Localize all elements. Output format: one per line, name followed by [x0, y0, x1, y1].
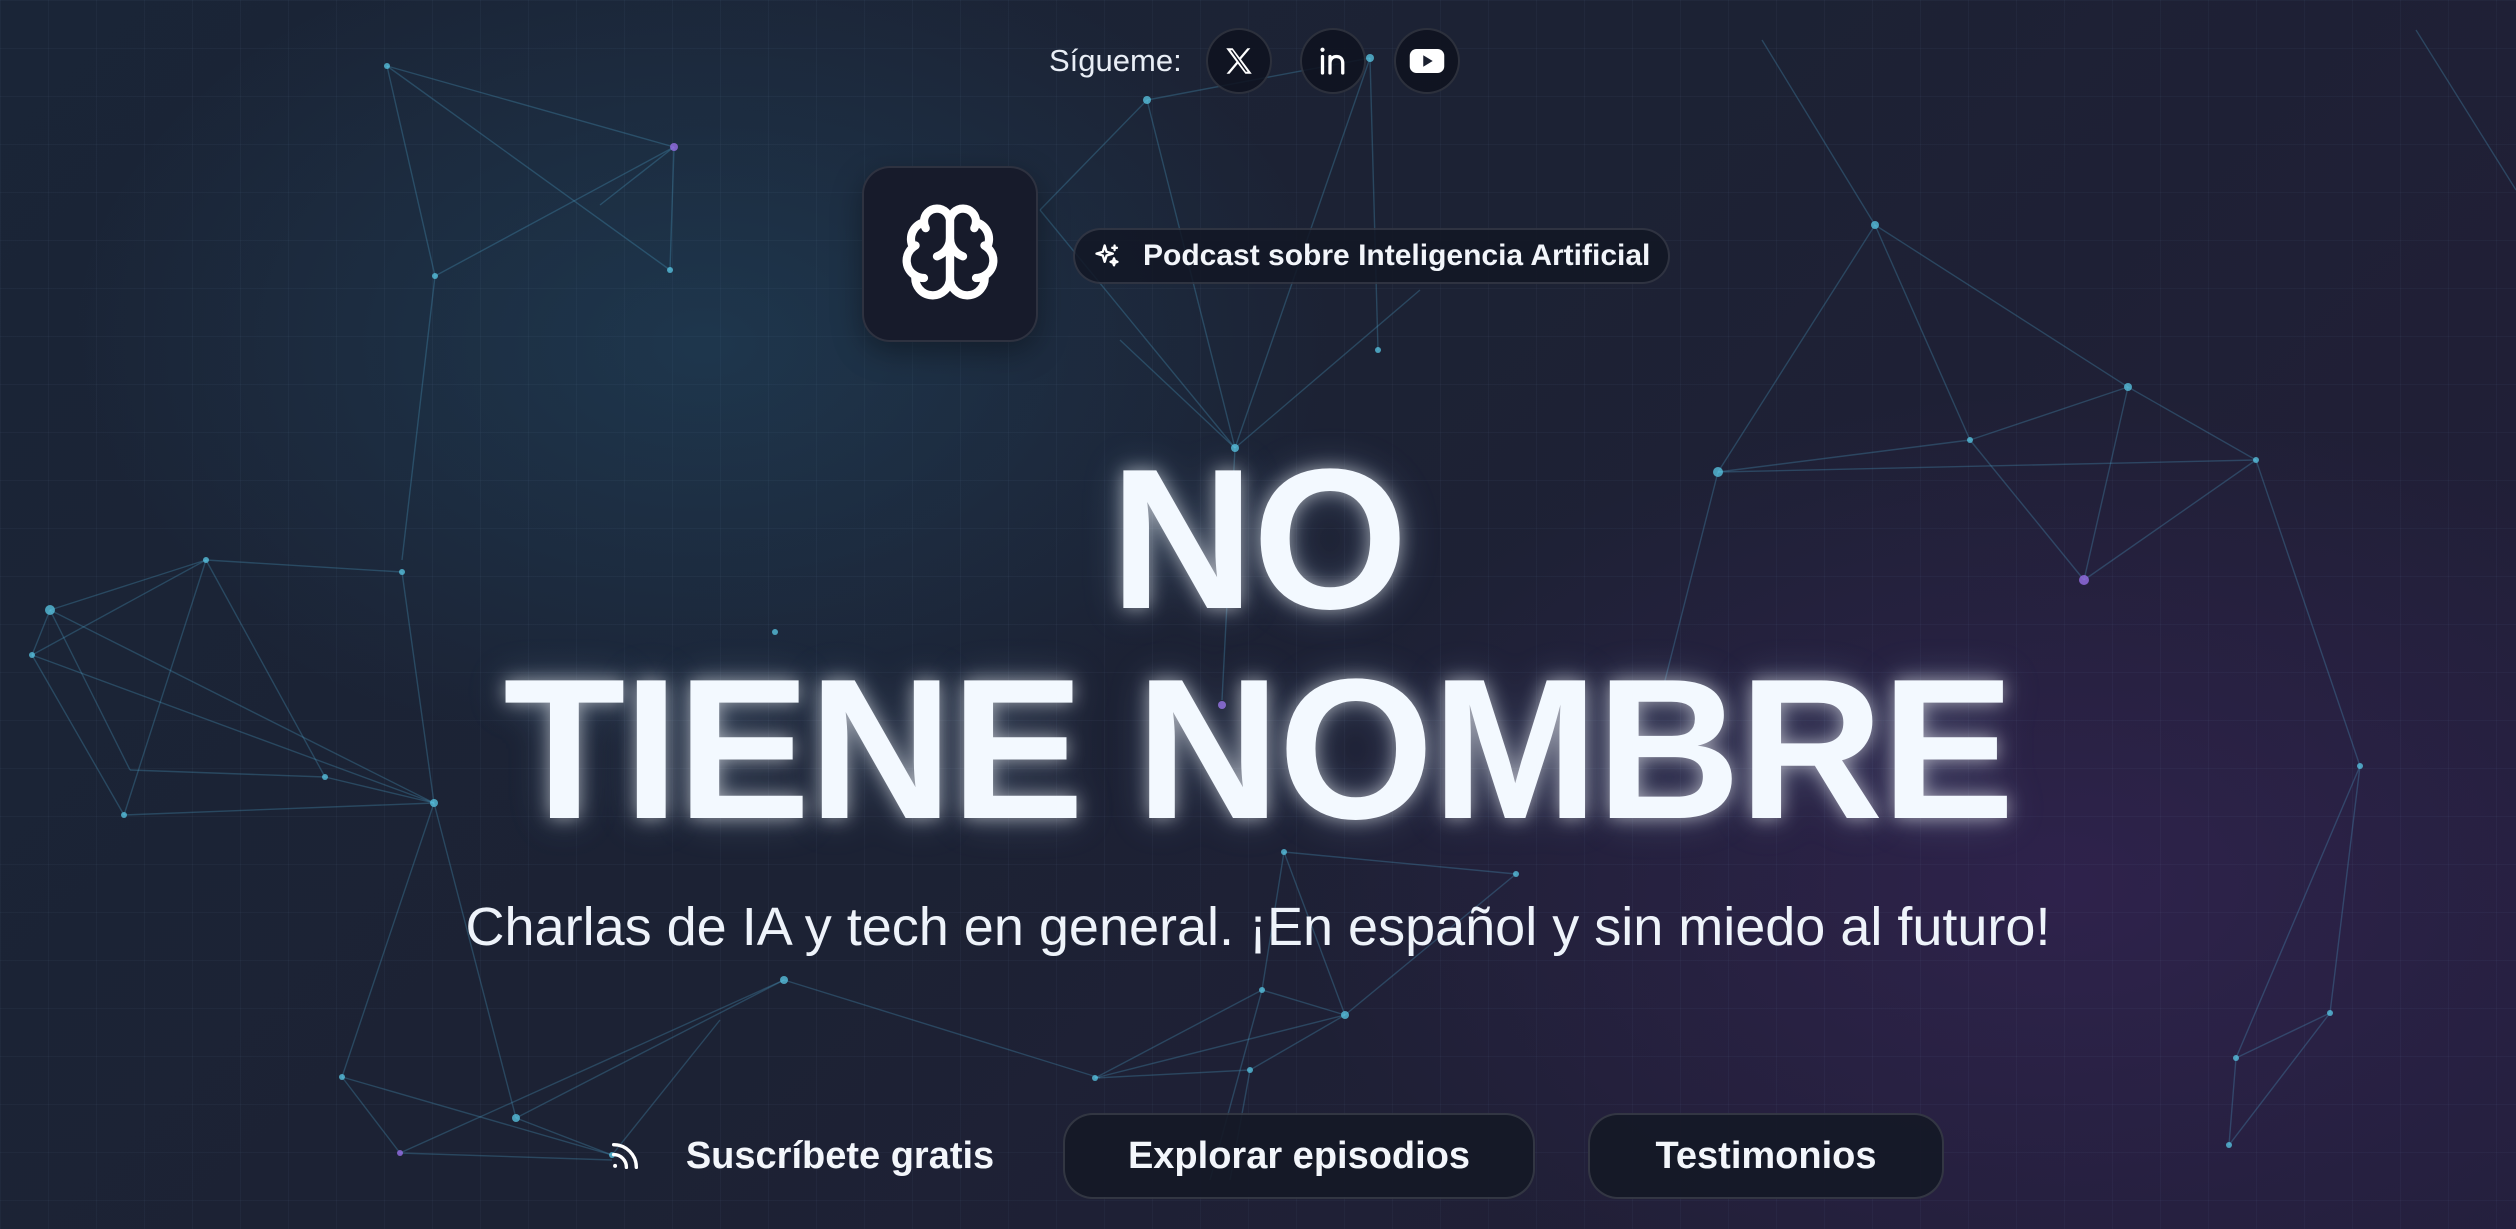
subscribe-button[interactable]: Suscríbete gratis	[596, 1113, 1006, 1199]
sparkle-icon	[1093, 242, 1121, 270]
linkedin-icon	[1315, 43, 1351, 79]
testimonials-label: Testimonios	[1655, 1134, 1877, 1177]
rss-icon	[608, 1139, 642, 1173]
badge-label: Podcast sobre Inteligencia Artificial	[1143, 239, 1651, 272]
youtube-link-button[interactable]	[1393, 28, 1460, 94]
x-icon	[1221, 44, 1257, 78]
linkedin-link-button[interactable]	[1299, 28, 1366, 94]
youtube-icon	[1409, 47, 1445, 75]
subscribe-label: Suscríbete gratis	[685, 1134, 995, 1177]
social-label: Sígueme:	[1049, 43, 1182, 78]
podcast-badge: Podcast sobre Inteligencia Artificial	[1073, 228, 1671, 284]
testimonials-button[interactable]: Testimonios	[1588, 1113, 1944, 1199]
tagline: Charlas de IA y tech en general. ¡En esp…	[465, 897, 2051, 957]
explore-episodes-label: Explorar episodios	[1127, 1134, 1471, 1177]
brain-icon	[898, 200, 1002, 309]
explore-episodes-button[interactable]: Explorar episodios	[1063, 1113, 1535, 1199]
title-line-2: TIENE NOMBRE	[503, 638, 2014, 861]
title-line-1: NO	[1110, 428, 1408, 651]
social-links: Sígueme:	[1049, 26, 1488, 96]
brain-logo	[862, 166, 1038, 342]
x-link-button[interactable]	[1205, 28, 1272, 94]
